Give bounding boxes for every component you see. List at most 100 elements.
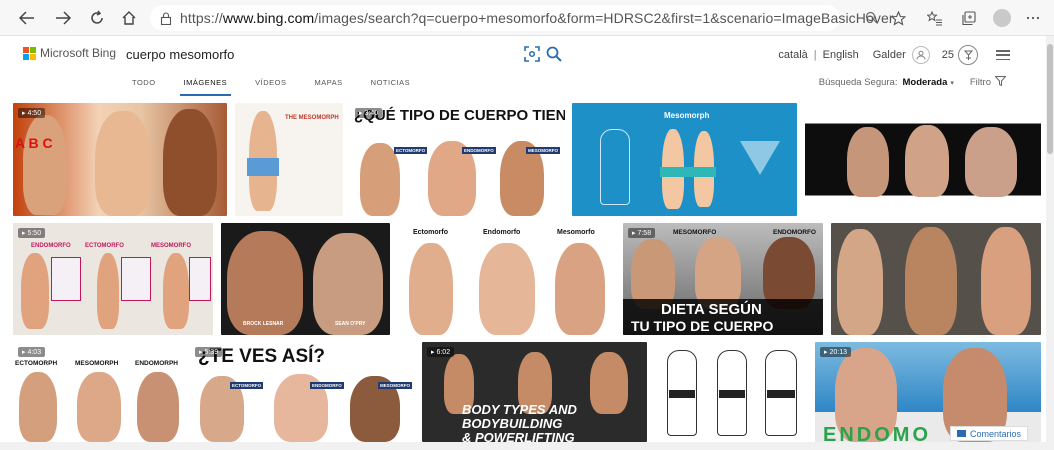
image-result[interactable]: ¿TE VES ASÍ? ECTOMORFO ENDOMORFO MESOMOR… bbox=[190, 342, 414, 442]
bing-logo[interactable]: Microsoft Bing bbox=[23, 46, 116, 60]
image-result[interactable]: ECTOMORPH MESOMORPH ENDOMORPH ▸ 4:03 bbox=[13, 342, 182, 442]
browser-toolbar: https://www.bing.com/images/search?q=cue… bbox=[0, 0, 1054, 36]
image-label: SEAN O'PRY bbox=[335, 321, 366, 327]
image-label: ECTOMORPH bbox=[15, 360, 58, 367]
lang-separator: | bbox=[813, 49, 817, 61]
user-avatar-icon[interactable] bbox=[911, 46, 930, 64]
image-result[interactable]: THE MESOMORPH bbox=[235, 103, 343, 216]
lang-catala-link[interactable]: català bbox=[778, 49, 807, 61]
home-icon[interactable] bbox=[116, 6, 142, 30]
image-label: MESOMORFO bbox=[151, 243, 191, 249]
image-result[interactable]: BODY TYPES AND BODYBUILDING & POWERLIFTI… bbox=[422, 342, 647, 442]
image-caption: DIETA SEGÚN bbox=[661, 301, 762, 318]
url-path: /images/search?q=cuerpo+mesomorfo&form=H… bbox=[314, 10, 894, 26]
tab-todo[interactable]: TODO bbox=[132, 78, 156, 96]
tab-imagenes[interactable]: IMÁGENES bbox=[179, 78, 231, 96]
image-label: Endomorfo bbox=[483, 229, 521, 236]
video-duration-badge: ▸ 5:50 bbox=[18, 228, 46, 238]
image-results-grid: A B C ▸ 4:50 THE MESOMORPH ¿QUÉ TIPO DE … bbox=[13, 103, 1041, 442]
image-caption: A B C bbox=[15, 135, 53, 151]
image-caption: Mesomorph bbox=[664, 111, 710, 120]
tab-mapas[interactable]: MAPAS bbox=[314, 78, 342, 96]
image-label: ENDOMORFO bbox=[773, 229, 816, 236]
favorite-icon[interactable] bbox=[887, 7, 909, 29]
video-duration-badge: ▸ 4:03 bbox=[18, 347, 46, 357]
image-caption: ENDOMO bbox=[823, 424, 931, 442]
vertical-scrollbar-thumb[interactable] bbox=[1047, 44, 1053, 154]
video-duration-badge: ▸ 7:58 bbox=[628, 228, 656, 238]
image-caption: ¿QUÉ TIPO DE CUERPO TIENES? bbox=[354, 107, 565, 124]
image-caption: BODY TYPES AND bbox=[462, 402, 577, 417]
image-result[interactable] bbox=[805, 103, 1041, 216]
image-label: MESOMORFO bbox=[673, 229, 717, 236]
image-label: Mesomorfo bbox=[557, 229, 595, 236]
filter-icon[interactable] bbox=[994, 76, 1007, 89]
url-text: https://www.bing.com/images/search?q=cue… bbox=[180, 10, 894, 26]
chevron-down-icon[interactable]: ▾ bbox=[950, 79, 954, 87]
video-duration-badge: ▸ 5:39 bbox=[195, 347, 223, 357]
feedback-button[interactable]: Comentarios bbox=[950, 426, 1029, 441]
image-result[interactable]: ¿QUÉ TIPO DE CUERPO TIENES? ECTOMORFO EN… bbox=[350, 103, 565, 216]
image-result[interactable]: A B C ▸ 4:50 bbox=[13, 103, 227, 216]
video-duration-badge: ▸ 6:02 bbox=[427, 347, 455, 357]
image-caption: TU TIPO DE CUERPO bbox=[631, 318, 774, 334]
rewards-icon[interactable] bbox=[958, 45, 978, 65]
image-label: MESOMORFO bbox=[378, 382, 412, 389]
address-bar[interactable]: https://www.bing.com/images/search?q=cue… bbox=[150, 5, 894, 31]
image-result[interactable]: BROCK LESNAR SEAN O'PRY bbox=[221, 223, 390, 335]
video-duration-badge: ▸ 20:13 bbox=[820, 347, 851, 357]
lock-icon[interactable] bbox=[160, 11, 172, 25]
image-label: MESOMORFO bbox=[526, 147, 560, 154]
image-label: ECTOMORFO bbox=[394, 147, 428, 154]
search-icon[interactable] bbox=[545, 45, 563, 63]
image-caption: BODYBUILDING bbox=[462, 416, 563, 431]
safe-search-dropdown[interactable]: Moderada bbox=[902, 77, 947, 88]
lang-english-link[interactable]: English bbox=[823, 49, 859, 61]
refresh-icon[interactable] bbox=[84, 6, 110, 30]
image-label: ECTOMORFO bbox=[230, 382, 264, 389]
tab-noticias[interactable]: NOTICIAS bbox=[371, 78, 410, 96]
image-caption: & POWERLIFTING bbox=[462, 430, 575, 442]
video-duration-badge: ▸ 3:40 bbox=[355, 108, 383, 118]
video-duration-badge: ▸ 4:50 bbox=[18, 108, 46, 118]
image-result[interactable] bbox=[655, 342, 807, 442]
horizontal-scrollbar[interactable] bbox=[0, 442, 1046, 450]
safe-search-label: Búsqueda Segura: bbox=[818, 77, 898, 88]
rewards-points[interactable]: 25 bbox=[942, 49, 954, 61]
search-input[interactable]: cuerpo mesomorfo bbox=[118, 47, 234, 62]
search-box[interactable]: cuerpo mesomorfo bbox=[118, 40, 568, 68]
feedback-label: Comentarios bbox=[970, 428, 1022, 439]
filter-button[interactable]: Filtro bbox=[970, 77, 991, 88]
url-domain: www.bing.com bbox=[222, 10, 315, 26]
back-icon[interactable] bbox=[14, 6, 40, 30]
comment-icon bbox=[957, 430, 966, 437]
safe-search: Búsqueda Segura: Moderada ▾ Filtro bbox=[818, 76, 1007, 89]
user-name[interactable]: Galder bbox=[873, 49, 906, 61]
more-icon[interactable] bbox=[1022, 7, 1044, 29]
favorites-bar-icon[interactable] bbox=[924, 7, 946, 29]
profile-icon[interactable] bbox=[993, 9, 1011, 27]
image-result[interactable]: Ectomorfo Endomorfo Mesomorfo bbox=[397, 223, 616, 335]
menu-icon[interactable] bbox=[996, 50, 1010, 60]
image-label: Ectomorfo bbox=[413, 229, 448, 236]
zoom-icon[interactable] bbox=[861, 7, 883, 29]
image-label: ENDOMORPH bbox=[135, 360, 178, 367]
logo-text: Microsoft Bing bbox=[40, 46, 117, 60]
image-label: MESOMORPH bbox=[75, 360, 119, 367]
image-result[interactable]: Mesomorph bbox=[572, 103, 797, 216]
forward-icon[interactable] bbox=[50, 6, 76, 30]
collections-icon[interactable] bbox=[958, 7, 980, 29]
image-label: ENDOMORFO bbox=[462, 147, 496, 154]
bing-header: Microsoft Bing cuerpo mesomorfo català |… bbox=[0, 36, 1046, 100]
image-result[interactable] bbox=[831, 223, 1041, 335]
microsoft-logo-icon bbox=[23, 46, 36, 60]
image-label: BROCK LESNAR bbox=[243, 321, 284, 327]
image-result[interactable]: ENDOMORFO ECTOMORFO MESOMORFO ▸ 5:50 bbox=[13, 223, 213, 335]
image-label: ECTOMORFO bbox=[85, 243, 124, 249]
image-caption: THE MESOMORPH bbox=[285, 115, 339, 121]
image-label: ENDOMORFO bbox=[310, 382, 344, 389]
header-right: català | English Galder 25 bbox=[778, 45, 1010, 65]
image-result[interactable]: MESOMORFO ENDOMORFO DIETA SEGÚN TU TIPO … bbox=[623, 223, 823, 335]
visual-search-icon[interactable] bbox=[523, 45, 541, 63]
tab-videos[interactable]: VÍDEOS bbox=[255, 78, 286, 96]
